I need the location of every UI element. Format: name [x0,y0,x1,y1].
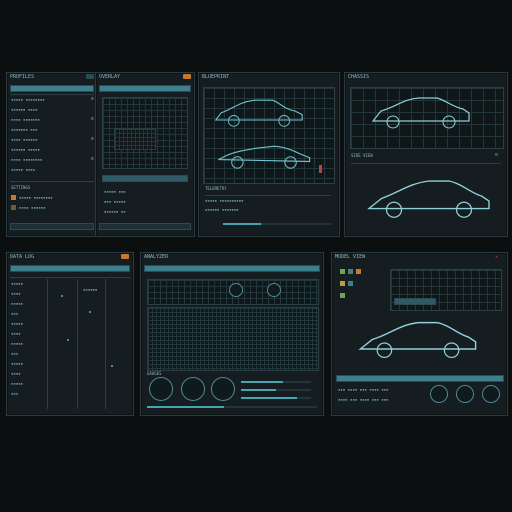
table-row[interactable]: ▪▪▪▪ [11,331,21,336]
gear-icon[interactable]: ⚙ [91,117,94,122]
marker[interactable] [319,165,322,173]
table-row[interactable]: ▪▪▪ [11,351,18,356]
list-item[interactable]: ▪▪▪▪ ▪▪▪▪▪▪▪▪ [11,157,42,162]
waveform-grid[interactable] [147,307,319,371]
table-row[interactable]: ▪▪▪ [11,311,18,316]
list-item[interactable]: ▪▪▪▪ ▪▪▪▪▪▪▪ [11,117,40,122]
table-row[interactable]: ▪▪▪▪▪ [11,361,23,366]
list-item[interactable]: ▪▪▪▪▪▪ ▪▪▪▪▪ [11,147,40,152]
table-row[interactable]: ▪▪▪▪ [11,371,21,376]
list-item[interactable]: ▪▪▪▪▪ ▪▪▪▪▪▪▪▪ [11,97,45,102]
section-label: SIDE VIEW [351,153,373,158]
car-icon [352,313,484,361]
status-bar [99,223,191,230]
table-row[interactable]: ▪▪▪▪ [11,291,21,296]
gauge-icon[interactable] [430,385,448,403]
slider[interactable] [241,397,311,399]
panel-title: MODEL VIEW [335,254,366,260]
swatch[interactable] [340,269,345,274]
table-row[interactable]: ▪▪▪▪▪ [11,381,23,386]
panel-title: OVERLAY [99,74,121,80]
dial[interactable] [229,283,243,297]
swatch[interactable] [348,269,353,274]
slider[interactable] [241,389,311,391]
gauge-icon[interactable] [149,377,173,401]
gear-icon[interactable]: ⚙ [495,153,498,158]
slider[interactable] [241,381,311,383]
car-icon [209,133,319,171]
panel-title: DATA LOG [10,254,35,260]
table-row[interactable]: ▪▪▪▪▪ [11,301,23,306]
panel-badge [183,74,191,79]
swatch[interactable] [348,281,353,286]
gear-icon[interactable]: ⚙ [91,137,94,142]
car-icon [213,93,305,129]
swatch[interactable] [340,281,345,286]
table-row[interactable]: ▪▪▪▪▪ [11,281,23,286]
panel-title: PROFILES [10,74,35,80]
car-icon [365,171,493,221]
section-label: TELEMETRY [205,186,227,191]
panel-title: CHASSIS [348,74,370,80]
panel-analyzer: ANALYZER GAUGES [140,252,324,416]
gauge-icon[interactable] [211,377,235,401]
close-icon[interactable]: ✕ [495,255,498,260]
swatch[interactable] [356,269,361,274]
list-item[interactable]: ▪▪▪▪▪▪ ▪▪▪▪ [11,107,38,112]
panel-badge [86,74,94,79]
panel-data-log: DATA LOG ▪▪▪▪▪ ▪▪▪▪ ▪▪▪▪▪ ▪▪▪ ▪▪▪▪▪ ▪▪▪▪… [6,252,134,416]
panel-badge [121,254,129,259]
gear-icon[interactable]: ⚙ [91,157,94,162]
table-row[interactable]: ▪▪▪▪▪ [11,341,23,346]
panel-model-view: MODEL VIEW ✕ ▪▪▪ ▪▪▪▪ ▪▪▪ ▪▪▪▪ ▪▪▪ ▪▪▪▪ … [331,252,508,416]
table-row[interactable]: ▪▪▪▪▪ [11,321,23,326]
table-row[interactable]: ▪▪▪ [11,391,18,396]
slider[interactable] [147,406,317,408]
panel-overlay: OVERLAY ▪▪▪▪▪ ▪▪▪ ▪▪▪ ▪▪▪▪▪ ▪▪▪▪▪▪ ▪▪ [95,72,195,237]
list-item[interactable]: ▪▪▪▪▪▪▪ ▪▪▪ [11,127,38,132]
sub-grid [114,128,156,150]
status-bar [10,223,94,230]
timeline[interactable] [102,175,188,182]
section-label: SETTINGS [11,185,31,190]
slider[interactable] [223,223,331,225]
toolbar[interactable] [144,265,320,272]
list-item[interactable]: ▪▪▪▪▪ ▪▪▪▪ [11,167,35,172]
list-header[interactable] [10,85,94,92]
section-label: GAUGES [147,371,162,376]
panel-profiles: PROFILES ▪▪▪▪▪ ▪▪▪▪▪▪▪▪ ▪▪▪▪▪▪ ▪▪▪▪ ▪▪▪▪… [6,72,98,237]
toggle[interactable] [11,195,16,200]
toolbar[interactable] [10,265,130,272]
input[interactable] [394,298,436,305]
panel-chassis: CHASSIS SIDE VIEW ⚙ [344,72,508,237]
toolbar[interactable] [336,375,504,382]
gauge-icon[interactable] [181,377,205,401]
gauge-icon[interactable] [456,385,474,403]
swatch[interactable] [340,293,345,298]
dial[interactable] [267,283,281,297]
gauge-icon[interactable] [482,385,500,403]
panel-title: BLUEPRINT [202,74,230,80]
panel-title: ANALYZER [144,254,169,260]
gear-icon[interactable]: ⚙ [91,97,94,102]
car-icon [365,91,477,131]
panel-blueprint: BLUEPRINT TELEMETRY ▪▪▪▪▪ ▪▪▪▪▪▪▪▪▪▪ ▪▪▪… [198,72,340,237]
toolbar[interactable] [99,85,191,92]
list-item[interactable]: ▪▪▪▪ ▪▪▪▪▪▪ [11,137,38,142]
toggle[interactable] [11,205,16,210]
